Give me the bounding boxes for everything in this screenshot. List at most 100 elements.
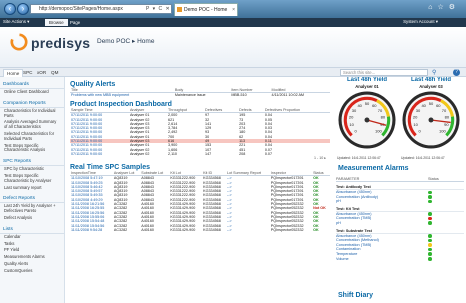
table-cell[interactable]: Problems with new MBB equipment — [70, 93, 174, 98]
nav-section-heading[interactable]: SPC Reports — [0, 158, 64, 167]
nav-link[interactable]: Tasks — [0, 241, 64, 248]
table-cell[interactable]: 11/11/2008 9:54:28 — [70, 228, 113, 232]
table-row[interactable]: Problems with new MBB equipment Maintenan… — [70, 93, 330, 98]
nav-section-heading[interactable]: Companion Reports — [0, 100, 64, 108]
nav-link[interactable]: CustomQueries — [0, 268, 64, 275]
title-area: predisys Demo POC ▸ Home Home SPC xOR QM… — [0, 27, 466, 77]
alarm-parameter: Concentration (TMB) — [336, 216, 372, 221]
status-light-icon — [428, 212, 432, 216]
alarm-row[interactable]: pH — [336, 199, 464, 204]
browser-tab[interactable]: Demo POC - Home × — [174, 3, 238, 16]
alarm-parameter: Concentration (TMB) — [336, 242, 372, 247]
pager[interactable]: 1 - 10 ▸ — [70, 156, 330, 160]
nav-section-heading[interactable]: Defect Reports — [0, 195, 64, 204]
nav-link[interactable]: Test Steps Specific Characteristic Analy… — [0, 143, 64, 155]
param-column-header: PARAMETER — [336, 177, 360, 181]
nav-link[interactable]: SPC by Characteristic — [0, 166, 64, 173]
alarm-parameter: Absorbance (450nm) — [336, 211, 372, 216]
table-cell: A40160 — [141, 227, 154, 232]
spc-title[interactable]: Real Time SPC Samples — [70, 164, 330, 171]
nav-section-heading[interactable]: Lists — [0, 226, 64, 234]
nav-link[interactable]: Measurements Alarms — [0, 254, 64, 261]
nav-link[interactable]: Last summary report — [0, 185, 64, 192]
nav-link[interactable]: Quality Alerts — [0, 261, 64, 268]
nav-link[interactable]: Test Steps Specific Characteristic by An… — [0, 173, 64, 185]
nav-link[interactable]: Analysis Averaged Summary of all Charact… — [0, 119, 64, 131]
gauge-updated: Updated: 16.6.2011 12:06:47 — [337, 156, 381, 160]
site-actions-menu[interactable]: Site Actions ▾ — [3, 19, 29, 25]
nav-link[interactable]: Defect Analysis — [0, 215, 64, 222]
browser-toolbar-icons[interactable]: ⌂☆⚙ — [428, 3, 460, 11]
alarm-row[interactable]: Volume — [336, 257, 464, 262]
alarm-parameter: Contamination — [336, 247, 361, 252]
gauge-dial: 0102030405060708090100 — [338, 90, 396, 149]
forward-icon[interactable]: › — [17, 3, 29, 15]
gauge-tick-label: 30 — [352, 107, 357, 112]
nav-link[interactable]: Online Client Dashboard — [0, 89, 64, 96]
gauge-hub — [428, 117, 434, 122]
table-cell[interactable]: --> — [226, 228, 270, 232]
alarms-header: PARAMETER Status — [336, 177, 464, 182]
production-title[interactable]: Product Inspection Dashboard — [70, 101, 330, 108]
help-icon[interactable]: ? — [453, 69, 460, 76]
gauge-tick-label: 10 — [349, 122, 354, 127]
search-input[interactable]: Search this site... — [340, 69, 428, 76]
address-text: http://demopoc/SitePages/Home.aspx — [39, 6, 123, 12]
table-cell: KG331429-900 — [170, 227, 196, 232]
nav-qm[interactable]: QM — [48, 69, 61, 77]
gauge-tick-label: 70 — [378, 107, 383, 112]
nav-link[interactable]: Calendar — [0, 234, 64, 241]
tab-close-icon[interactable]: × — [232, 4, 235, 16]
nav-xor[interactable]: xOR — [34, 69, 49, 77]
search-icon[interactable]: ⚲ — [432, 69, 436, 76]
nav-link[interactable]: Last 24h Yield by Analyser + Defectives … — [0, 203, 64, 215]
breadcrumb[interactable]: Demo POC ▸ Home — [97, 37, 154, 45]
gauge-tick-label: 40 — [421, 102, 426, 107]
measurement-alarms-list: PARAMETER Status Test: Antibody Test Abso… — [336, 177, 464, 261]
right-zone: Last 48h Yield Analyser 01 0 10 20 30 40 50 60… — [334, 77, 466, 303]
table-cell: 4/11/2011 10:02 AM — [271, 93, 304, 97]
gauge-analyser-03: Last 48h Yield Analyser 03 0 10 20 30 40 50 60… — [400, 77, 462, 152]
nav-link[interactable]: Characteristics for Individual Parts — [0, 108, 64, 120]
alarm-parameter: pH — [336, 199, 341, 204]
gauge-tick-label: 80 — [445, 114, 450, 119]
page-content: Dashboards Online Client Dashboard Compani… — [0, 77, 466, 303]
measurement-alarms-title[interactable]: Measurement Alarms — [338, 165, 409, 172]
user-menu[interactable]: System Account ▾ — [403, 19, 438, 25]
tab-browse[interactable]: Browse — [45, 19, 68, 26]
quality-alerts-title[interactable]: Quality Alerts — [70, 81, 330, 88]
nav-link[interactable]: PF Yield — [0, 247, 64, 254]
address-controls[interactable]: P ▾ C ✕ — [146, 4, 171, 14]
table-row[interactable]: 11/11/2008 9:54:28 AC3282 A40160 KG331429-9… — [70, 228, 330, 232]
alarm-parameter: Absorbance (450nm) — [336, 190, 372, 194]
table-cell: PQInspector052332 — [270, 227, 304, 232]
gauge-tick-label: 50 — [365, 101, 370, 106]
gauge-tick-label: 30 — [416, 107, 421, 112]
predisys-logo-icon — [10, 33, 28, 51]
status-light-icon — [428, 221, 432, 226]
gauge-updated: Updated: 16.6.2011 12:06:47 — [401, 156, 445, 160]
quality-alerts-table: Title Body Item Number Modified Problems wi… — [70, 88, 330, 97]
alarm-parameter: Absorbance (450nm) — [336, 233, 372, 238]
gauge-tick-label: 70 — [442, 107, 447, 112]
shift-diary-title[interactable]: Shift Diary — [338, 292, 373, 299]
back-icon[interactable]: ‹ — [4, 3, 16, 15]
gauge-tick-label: 60 — [372, 102, 377, 107]
sharepoint-ribbon: Site Actions ▾ Browse Page System Accoun… — [0, 18, 466, 27]
table-cell: KG334568 — [203, 227, 221, 232]
status-light-icon — [428, 243, 432, 247]
gauge-analyser-01: Last 48h Yield Analyser 01 0 10 20 30 40 50 60… — [336, 77, 398, 152]
tab-page[interactable]: Page — [66, 19, 84, 26]
nav-link[interactable]: Selected Characteristics for Individual … — [0, 131, 64, 143]
alarm-row[interactable]: pH — [336, 221, 464, 226]
status-light-icon — [428, 234, 432, 238]
nav-section-heading[interactable]: Dashboards — [0, 81, 64, 89]
table-cell: AC3282 — [113, 227, 128, 232]
alarm-parameter: Volume — [336, 256, 349, 261]
table-cell: MBB-510 — [231, 93, 247, 97]
status-column-header: Status — [428, 177, 439, 181]
gauge-tick-label: 90 — [444, 122, 449, 127]
alarm-parameter: pH — [336, 220, 341, 225]
gauge-tick-label: 20 — [413, 114, 418, 119]
gauge-tick-label: 60 — [436, 102, 441, 107]
